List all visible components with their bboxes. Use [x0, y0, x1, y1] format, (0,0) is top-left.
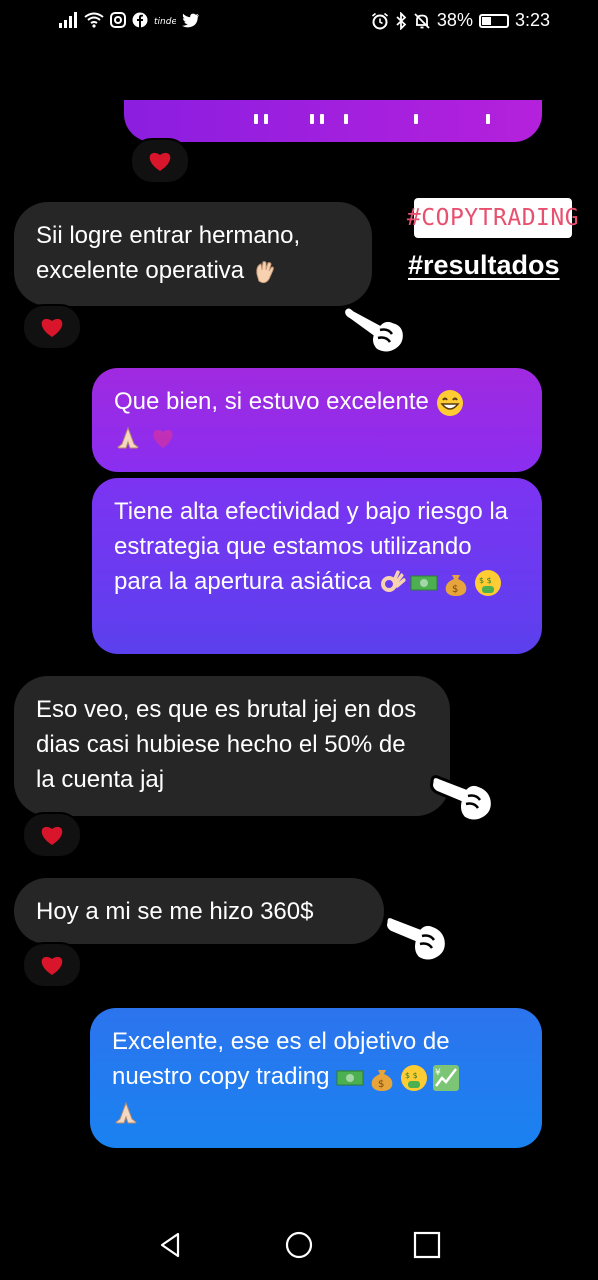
waveform-mark — [264, 114, 268, 124]
chart-increasing-yen-emoji-icon: ¥ — [433, 1064, 460, 1091]
battery-icon — [478, 13, 509, 28]
instagram-icon — [110, 12, 126, 28]
back-icon[interactable] — [156, 1230, 186, 1260]
emoji-row: $ $ $ — [378, 569, 502, 597]
sparkling-heart-emoji-icon — [153, 429, 173, 448]
svg-text:tinder: tinder — [154, 17, 176, 27]
heart-icon — [149, 152, 171, 171]
dollar-banknote-emoji-icon — [336, 1070, 364, 1086]
message-text: Hoy a mi se me hizo 360$ — [36, 898, 314, 925]
svg-text:$ $: $ $ — [479, 576, 492, 585]
waveform-mark — [414, 114, 418, 124]
home-icon[interactable] — [284, 1230, 314, 1260]
dollar-banknote-emoji-icon — [410, 575, 438, 591]
money-mouth-face-emoji-icon: $ $ — [475, 569, 502, 596]
incoming-message[interactable]: Eso veo, es que es brutal jej en dos dia… — [14, 676, 450, 816]
twitter-icon — [182, 13, 199, 27]
tinder-icon: tinder — [154, 17, 176, 27]
ok-hand-emoji-icon — [381, 569, 406, 592]
signal-icon — [59, 12, 77, 28]
battery-fill — [481, 16, 491, 25]
navigation-bar — [0, 1200, 598, 1280]
status-bar: tinder 38% 3:23 — [0, 0, 598, 46]
mute-icon — [414, 12, 430, 29]
heart-icon — [41, 826, 63, 845]
pointing-hand-sticker-icon — [384, 915, 448, 963]
emoji-row: $ $ $ ¥ — [336, 1064, 460, 1092]
outgoing-message[interactable]: Tiene alta efectividad y bajo riesgo la … — [92, 478, 542, 654]
message-text: Que bien, si estuvo excelente — [114, 388, 429, 415]
waveform-mark — [486, 114, 490, 124]
reaction-heart[interactable] — [22, 942, 82, 988]
waveform-mark — [310, 114, 314, 124]
grinning-face-emoji-icon — [436, 389, 463, 416]
recents-icon[interactable] — [412, 1230, 442, 1260]
outgoing-message-partial[interactable] — [124, 100, 542, 142]
heart-icon — [41, 956, 63, 975]
reaction-heart[interactable] — [130, 138, 190, 184]
message-text: Eso veo, es que es brutal jej en dos dia… — [36, 696, 417, 793]
folded-hands-emoji-icon — [113, 1101, 139, 1124]
bluetooth-icon — [396, 11, 407, 30]
svg-text:$: $ — [378, 1079, 384, 1090]
svg-text:$ $: $ $ — [405, 1071, 418, 1080]
incoming-message[interactable]: Sii logre entrar hermano, excelente oper… — [14, 202, 372, 306]
outgoing-message[interactable]: Que bien, si estuvo excelente — [92, 368, 542, 472]
copytrading-tag-sticker: #COPYTRADING — [407, 198, 579, 238]
battery-percent: 38% — [436, 10, 473, 30]
folded-hands-emoji-icon — [115, 426, 141, 449]
heart-icon — [41, 318, 63, 337]
pointing-hand-sticker-icon — [430, 775, 494, 823]
waveform-mark — [344, 114, 348, 124]
incoming-message[interactable]: Hoy a mi se me hizo 360$ — [14, 878, 384, 944]
money-bag-emoji-icon: $ — [445, 574, 467, 596]
reaction-heart[interactable] — [22, 812, 82, 858]
clock: 3:23 — [514, 10, 550, 30]
facebook-icon — [132, 12, 148, 28]
money-mouth-face-emoji-icon: $ $ — [401, 1064, 428, 1091]
alarm-icon — [371, 12, 388, 29]
money-bag-emoji-icon: $ — [371, 1069, 393, 1091]
waveform-mark — [254, 114, 258, 124]
status-left-icons: tinder — [58, 12, 200, 28]
pointing-hand-sticker-icon — [342, 305, 406, 355]
svg-text:$: $ — [452, 584, 458, 595]
waveform-mark — [320, 114, 324, 124]
svg-text:¥: ¥ — [435, 1068, 441, 1078]
waving-hand-emoji-icon — [256, 260, 274, 283]
resultados-hashtag-sticker: #resultados — [408, 250, 560, 280]
status-right-icons: 38% 3:23 — [371, 10, 550, 31]
outgoing-message[interactable]: Excelente, ese es el objetivo de nuestro… — [90, 1008, 542, 1148]
reaction-heart[interactable] — [22, 304, 82, 350]
wifi-icon — [84, 12, 104, 28]
